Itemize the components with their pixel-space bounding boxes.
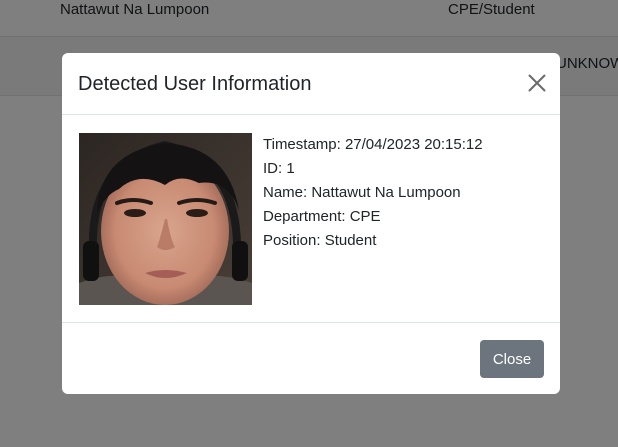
user-photo	[79, 133, 252, 305]
info-timestamp: Timestamp: 27/04/2023 20:15:12	[263, 136, 483, 153]
info-position: Position: Student	[263, 232, 377, 249]
user-info: Timestamp: 27/04/2023 20:15:12 ID: 1 Nam…	[263, 133, 483, 253]
detected-user-modal: Detected User Information Timestamp: 27/…	[62, 53, 560, 394]
close-button[interactable]: Close	[480, 340, 544, 378]
modal-header: Detected User Information	[62, 53, 560, 115]
info-id: ID: 1	[263, 160, 295, 177]
modal-title: Detected User Information	[78, 73, 312, 95]
modal-footer: Close	[62, 323, 560, 394]
info-name: Name: Nattawut Na Lumpoon	[263, 184, 461, 201]
close-icon[interactable]	[528, 74, 546, 92]
info-department: Department: CPE	[263, 208, 381, 225]
modal-body: Timestamp: 27/04/2023 20:15:12 ID: 1 Nam…	[62, 115, 560, 323]
